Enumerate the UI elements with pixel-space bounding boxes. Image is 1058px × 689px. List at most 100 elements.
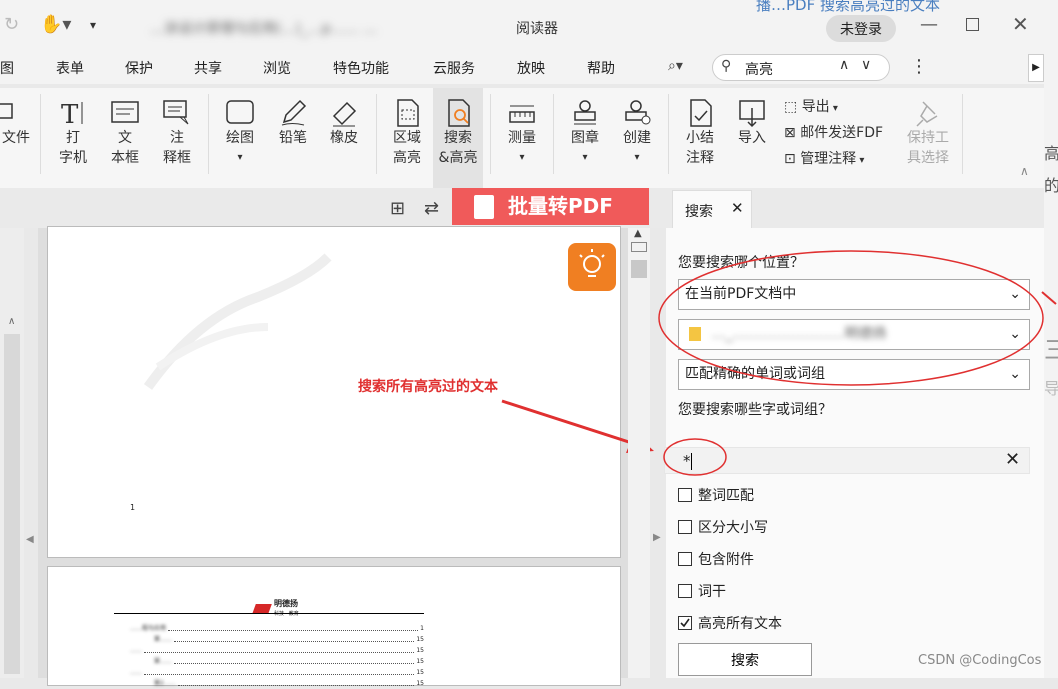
email-icon: ⊠ bbox=[784, 125, 801, 141]
draw-button[interactable]: 绘图 ▾ bbox=[215, 88, 265, 188]
more-icon[interactable]: ⋮ bbox=[910, 56, 928, 77]
tip-button[interactable] bbox=[568, 243, 616, 291]
typewriter-button[interactable]: T 打 字机 bbox=[48, 88, 98, 188]
callout-button[interactable]: 注 释框 bbox=[152, 88, 202, 188]
toc-row[interactable]: …… 15 bbox=[130, 667, 424, 678]
scroll-up-icon[interactable]: ▲ bbox=[634, 228, 642, 239]
scrollbar-track-marker bbox=[631, 242, 647, 252]
search-next-icon[interactable]: ∨ bbox=[861, 57, 871, 73]
menu-item-slideshow[interactable]: 放映 bbox=[517, 58, 545, 78]
checkbox-icon[interactable] bbox=[678, 520, 692, 534]
eraser-button[interactable]: 橡皮 bbox=[319, 88, 369, 188]
menu-item-protect[interactable]: 保护 bbox=[125, 58, 153, 78]
option-checkbox[interactable]: 词干 bbox=[678, 581, 726, 601]
toc-row-label: 第…… bbox=[154, 658, 173, 665]
document-viewer[interactable]: 1 明德扬 科技 · 教育 ……程与应用 1 第…… 15…… 15 第…… 15…… 15 第2… bbox=[38, 226, 654, 687]
search-panel: 您要搜索哪个位置？ 在当前PDF文档中 ⌄ …_……………………明德扬 ⌄ 匹配… bbox=[658, 228, 1044, 678]
search-highlight-button[interactable]: 搜索 &高亮 bbox=[433, 88, 483, 188]
menu-item-form[interactable]: 表单 bbox=[56, 58, 84, 78]
search-box[interactable]: ⚲ 高亮 ∧ ∨ bbox=[712, 54, 890, 81]
summarize-comments-button[interactable]: 小结 注释 bbox=[675, 88, 725, 188]
background-link-text: 播…PDF 搜索高亮过的文本 bbox=[756, 0, 940, 14]
stamp-dropdown-icon[interactable]: ▾ bbox=[560, 148, 610, 168]
measure-dropdown-icon[interactable]: ▾ bbox=[497, 148, 547, 168]
scroll-thumb[interactable] bbox=[631, 260, 647, 278]
import-label: 导入 bbox=[738, 130, 766, 146]
toc-row[interactable]: 第2…… 15 bbox=[130, 678, 424, 689]
checkbox-icon[interactable] bbox=[678, 552, 692, 566]
minimize-icon[interactable]: — bbox=[920, 14, 938, 35]
menu-item-cloud[interactable]: 云服务 bbox=[433, 58, 475, 78]
callout-label-2: 释框 bbox=[163, 150, 191, 166]
menu-item-help[interactable]: 帮助 bbox=[587, 58, 615, 78]
manage-comments-button[interactable]: ⊡ 管理注释 ▾ bbox=[784, 148, 864, 168]
checkbox-checked-icon[interactable] bbox=[678, 616, 692, 630]
sidebar-scrollbar[interactable] bbox=[4, 334, 20, 674]
measure-button[interactable]: 测量 ▾ bbox=[497, 88, 547, 188]
summary-label: 小结 bbox=[686, 130, 714, 146]
svg-text:T: T bbox=[61, 100, 79, 128]
email-fdf-button[interactable]: ⊠ 邮件发送FDF bbox=[784, 122, 883, 142]
toc-page-number: 15 bbox=[416, 680, 424, 687]
title-bar: ↻ ✋▾ ▾ …涂设计原理与应用(…)_…p…… … 阅读器 播…PDF 搜索高… bbox=[0, 0, 1044, 52]
left-sidebar: ∧ bbox=[0, 228, 24, 678]
file-attachment-button[interactable]: 文件 bbox=[0, 88, 30, 188]
background-fragment: 高亮 bbox=[1044, 144, 1058, 163]
toc-row[interactable]: 第…… 15 bbox=[130, 634, 424, 645]
toc-row[interactable]: …… 15 bbox=[130, 645, 424, 656]
login-button[interactable]: 未登录 bbox=[826, 15, 896, 42]
stamp-button[interactable]: 图章 ▾ bbox=[560, 88, 610, 188]
folder-select[interactable]: …_……………………明德扬 ⌄ bbox=[678, 319, 1030, 350]
checkbox-icon[interactable] bbox=[678, 584, 692, 598]
create-stamp-icon bbox=[625, 100, 651, 125]
reflow-view-icon[interactable]: ⇄ bbox=[424, 198, 439, 219]
maximize-icon[interactable] bbox=[966, 18, 979, 31]
export-button[interactable]: ⬚ 导出 ▾ bbox=[784, 96, 838, 116]
toc-row[interactable]: 第…… 15 bbox=[130, 656, 424, 667]
ribbon-scroll-right-icon[interactable]: ▶ bbox=[1028, 54, 1044, 82]
folder-value: …_……………………明德扬 bbox=[711, 326, 887, 342]
search-prev-icon[interactable]: ∧ bbox=[839, 57, 849, 73]
hand-tool-icon[interactable]: ✋▾ bbox=[40, 14, 71, 35]
textbox-button[interactable]: 文 本框 bbox=[100, 88, 150, 188]
close-icon[interactable]: ✕ bbox=[1012, 12, 1029, 36]
redo-icon[interactable]: ↻ bbox=[4, 14, 19, 35]
menu-item-view[interactable]: 图 bbox=[0, 58, 14, 78]
clear-input-icon[interactable]: ✕ bbox=[1005, 449, 1020, 470]
quick-access-dropdown-icon[interactable]: ▾ bbox=[90, 18, 96, 32]
toc-row[interactable]: ……程与应用 1 bbox=[130, 623, 424, 634]
toc-page-number: 15 bbox=[416, 658, 424, 665]
close-tab-icon[interactable]: ✕ bbox=[731, 199, 744, 217]
option-checkbox[interactable]: 整词匹配 bbox=[678, 485, 754, 505]
sidebar-expand-icon[interactable]: ◀ bbox=[26, 534, 34, 545]
panel-collapse-icon[interactable]: ▶ bbox=[653, 532, 661, 543]
create-dropdown-icon[interactable]: ▾ bbox=[612, 148, 662, 168]
tab-search[interactable]: 搜索 ✕ bbox=[672, 190, 752, 228]
create-stamp-button[interactable]: 创建 ▾ bbox=[612, 88, 662, 188]
sidebar-collapse-icon[interactable]: ∧ bbox=[8, 316, 15, 327]
search-button[interactable]: 搜索 bbox=[678, 643, 812, 676]
menu-item-browse[interactable]: 浏览 bbox=[263, 58, 291, 78]
pencil-button[interactable]: 铅笔 bbox=[268, 88, 318, 188]
toc-rule bbox=[114, 613, 424, 614]
match-mode-select[interactable]: 匹配精确的单词或词组 ⌄ bbox=[678, 359, 1030, 390]
draw-dropdown-icon[interactable]: ▾ bbox=[215, 148, 265, 168]
search-location-select[interactable]: 在当前PDF文档中 ⌄ bbox=[678, 279, 1030, 310]
checkbox-icon[interactable] bbox=[678, 488, 692, 502]
grid-view-icon[interactable]: ⊞ bbox=[390, 198, 405, 219]
option-checkbox[interactable]: 区分大小写 bbox=[678, 517, 768, 537]
keep-tool-selected-button[interactable]: 保持工 具选择 bbox=[902, 88, 954, 188]
menu-item-features[interactable]: 特色功能 bbox=[333, 58, 389, 78]
search-terms-input[interactable]: * ✕ bbox=[664, 447, 1030, 474]
menu-item-share[interactable]: 共享 bbox=[194, 58, 222, 78]
import-button[interactable]: 导入 bbox=[727, 88, 777, 188]
folder-icon bbox=[689, 327, 701, 341]
keep-tool-label: 保持工 bbox=[907, 130, 949, 146]
search-options-icon[interactable]: ⌕▾ bbox=[668, 58, 683, 74]
area-highlight-button[interactable]: 区域 高亮 bbox=[382, 88, 432, 188]
batch-convert-banner[interactable]: 批量转PDF bbox=[452, 188, 649, 225]
document-scrollbar[interactable]: ▲ bbox=[628, 228, 650, 678]
option-checkbox[interactable]: 包含附件 bbox=[678, 549, 754, 569]
collapse-ribbon-icon[interactable]: ∧ bbox=[1020, 164, 1029, 178]
option-checkbox[interactable]: 高亮所有文本 bbox=[678, 613, 782, 633]
